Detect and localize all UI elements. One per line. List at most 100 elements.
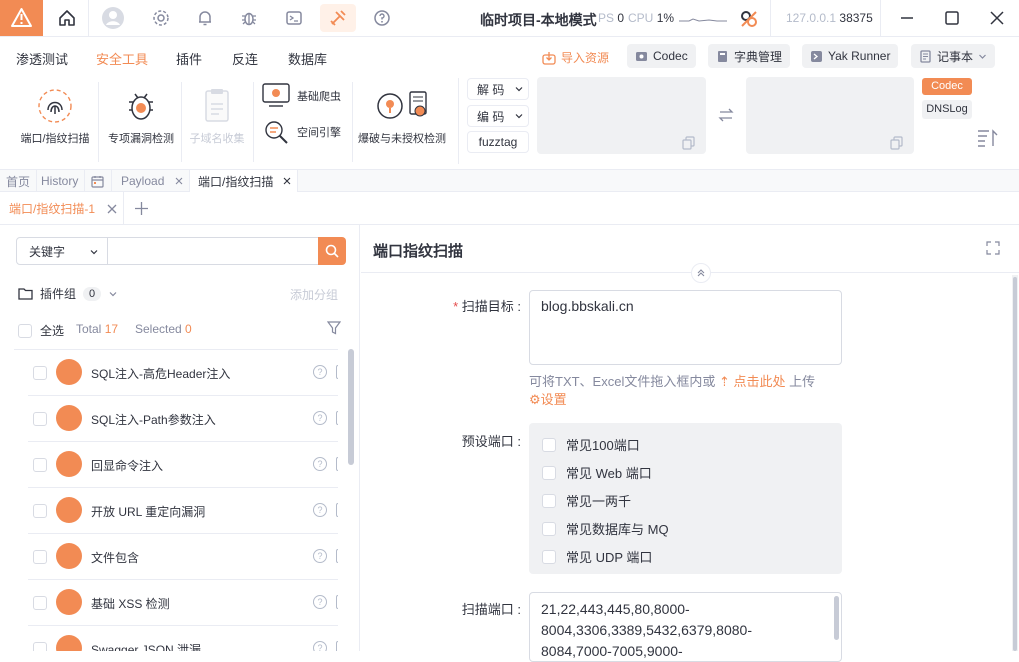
- tab-home[interactable]: 首页: [0, 170, 38, 192]
- minimize-button[interactable]: [897, 8, 917, 28]
- menu-reverse[interactable]: 反连: [232, 49, 258, 68]
- codec-output-area[interactable]: [746, 77, 914, 154]
- add-tab-icon[interactable]: [135, 202, 148, 215]
- list-item[interactable]: Swagger JSON 泄漏?: [28, 626, 338, 651]
- search-button[interactable]: [318, 237, 346, 265]
- ports-scrollbar[interactable]: [834, 596, 839, 640]
- preset-udp[interactable]: 常见 UDP 端口: [542, 547, 652, 566]
- checkbox[interactable]: [33, 550, 47, 564]
- collapse-icon[interactable]: [691, 263, 711, 283]
- target-input[interactable]: blog.bbskali.cn: [529, 290, 842, 365]
- checkbox[interactable]: [33, 596, 47, 610]
- menu-database[interactable]: 数据库: [288, 49, 327, 68]
- preset-top100[interactable]: 常见100端口: [542, 435, 640, 454]
- list-item[interactable]: 文件包含?: [28, 534, 338, 580]
- fullscreen-icon[interactable]: [986, 241, 1000, 255]
- help-icon[interactable]: ?: [313, 457, 327, 471]
- upload-link[interactable]: ⇡ 点击此处: [719, 374, 786, 389]
- search-input[interactable]: [107, 237, 319, 265]
- terminal-icon[interactable]: [336, 411, 338, 425]
- tab-history[interactable]: History: [35, 170, 86, 192]
- maximize-button[interactable]: [942, 8, 962, 28]
- tool-port-scan[interactable]: 端口/指纹扫描: [18, 86, 92, 146]
- help-icon[interactable]: ?: [313, 595, 327, 609]
- gear-icon[interactable]: [149, 7, 173, 29]
- import-resources-button[interactable]: 导入资源: [542, 49, 609, 66]
- codec-button[interactable]: Codec: [627, 44, 696, 68]
- tool-crawler[interactable]: 基础爬虫: [262, 82, 346, 108]
- select-all-checkbox[interactable]: 全选: [18, 322, 64, 339]
- tab-calendar[interactable]: [84, 170, 112, 192]
- help-icon[interactable]: ?: [313, 365, 327, 379]
- project-title: 临时项目-本地模式: [480, 12, 597, 28]
- panel-scrollbar[interactable]: [1013, 277, 1017, 651]
- list-item[interactable]: SQL注入-Path参数注入?: [28, 396, 338, 442]
- tab-payload[interactable]: Payload: [112, 170, 190, 192]
- notebook-button[interactable]: 记事本: [911, 44, 996, 68]
- menu-security-tools[interactable]: 安全工具: [96, 49, 148, 68]
- chevron-down-icon: [515, 87, 523, 92]
- preset-top1000[interactable]: 常见一两千: [542, 491, 631, 510]
- search-icon: [325, 244, 339, 258]
- checkbox[interactable]: [33, 642, 47, 651]
- tools-icon[interactable]: [320, 4, 356, 32]
- engine-status-icon[interactable]: [740, 10, 758, 28]
- help-icon[interactable]: ?: [313, 503, 327, 517]
- warning-icon[interactable]: [0, 0, 43, 36]
- bell-icon[interactable]: [193, 7, 217, 29]
- dnslog-tag[interactable]: DNSLog: [922, 100, 972, 119]
- help-icon[interactable]: ?: [313, 411, 327, 425]
- menu-plugins[interactable]: 插件: [176, 49, 202, 68]
- tool-brute-force[interactable]: 爆破与未授权检测: [356, 86, 448, 146]
- yak-runner-button[interactable]: Yak Runner: [802, 44, 899, 68]
- tool-space-engine[interactable]: 空间引擎: [262, 118, 346, 144]
- terminal-icon[interactable]: [336, 457, 338, 471]
- checkbox[interactable]: [33, 366, 47, 380]
- list-item[interactable]: 基础 XSS 检测?: [28, 580, 338, 626]
- checkbox[interactable]: [33, 458, 47, 472]
- terminal-icon[interactable]: [336, 503, 338, 517]
- list-item[interactable]: 开放 URL 重定向漏洞?: [28, 488, 338, 534]
- close-button[interactable]: [987, 8, 1007, 28]
- terminal-icon[interactable]: [336, 549, 338, 563]
- subdomain-icon: [205, 89, 229, 122]
- terminal-icon[interactable]: [336, 641, 338, 651]
- dict-manage-button[interactable]: 字典管理: [708, 44, 791, 68]
- tab-port-scan[interactable]: 端口/指纹扫描: [190, 170, 298, 192]
- ports-label: 扫描端口 :: [461, 602, 521, 617]
- tool-subdomain[interactable]: 子域名收集: [186, 86, 248, 146]
- list-scrollbar[interactable]: [348, 349, 354, 465]
- home-icon[interactable]: [55, 7, 79, 29]
- terminal-icon[interactable]: [336, 365, 338, 379]
- list-item[interactable]: SQL注入-高危Header注入?: [28, 350, 338, 396]
- folder-icon: [18, 288, 33, 300]
- filter-icon[interactable]: [327, 321, 341, 335]
- checkbox[interactable]: [33, 504, 47, 518]
- fuzztag-button[interactable]: fuzztag: [467, 131, 529, 153]
- keyword-select[interactable]: 关键字: [16, 237, 108, 265]
- plugin-group-select[interactable]: 插件组 0: [18, 285, 118, 302]
- preset-web[interactable]: 常见 Web 端口: [542, 463, 652, 482]
- decode-select[interactable]: 解 码: [467, 78, 529, 100]
- preset-db-mq[interactable]: 常见数据库与 MQ: [542, 519, 669, 538]
- terminal-icon[interactable]: [336, 595, 338, 609]
- tool-vuln-detect[interactable]: 专项漏洞检测: [104, 86, 178, 146]
- checkbox[interactable]: [33, 412, 47, 426]
- terminal-icon[interactable]: [282, 7, 306, 29]
- help-icon[interactable]: [370, 7, 394, 29]
- help-icon[interactable]: ?: [313, 641, 327, 651]
- bug-icon[interactable]: [237, 7, 261, 29]
- list-item[interactable]: 回显命令注入?: [28, 442, 338, 488]
- avatar-icon[interactable]: [101, 7, 125, 29]
- encode-select[interactable]: 编 码: [467, 105, 529, 127]
- menu-pentest[interactable]: 渗透测试: [16, 49, 68, 68]
- sort-icon[interactable]: [977, 128, 999, 148]
- settings-link[interactable]: ⚙设置: [529, 392, 567, 407]
- ports-input[interactable]: 21,22,443,445,80,8000- 8004,3306,3389,54…: [529, 592, 842, 662]
- help-icon[interactable]: ?: [313, 549, 327, 563]
- codec-tag[interactable]: Codec: [922, 78, 972, 95]
- add-group-link[interactable]: 添加分组: [290, 286, 338, 303]
- codec-input-area[interactable]: [537, 77, 706, 154]
- subtab-port-scan-1[interactable]: 端口/指纹扫描-1: [0, 192, 124, 225]
- swap-icon[interactable]: [718, 107, 734, 123]
